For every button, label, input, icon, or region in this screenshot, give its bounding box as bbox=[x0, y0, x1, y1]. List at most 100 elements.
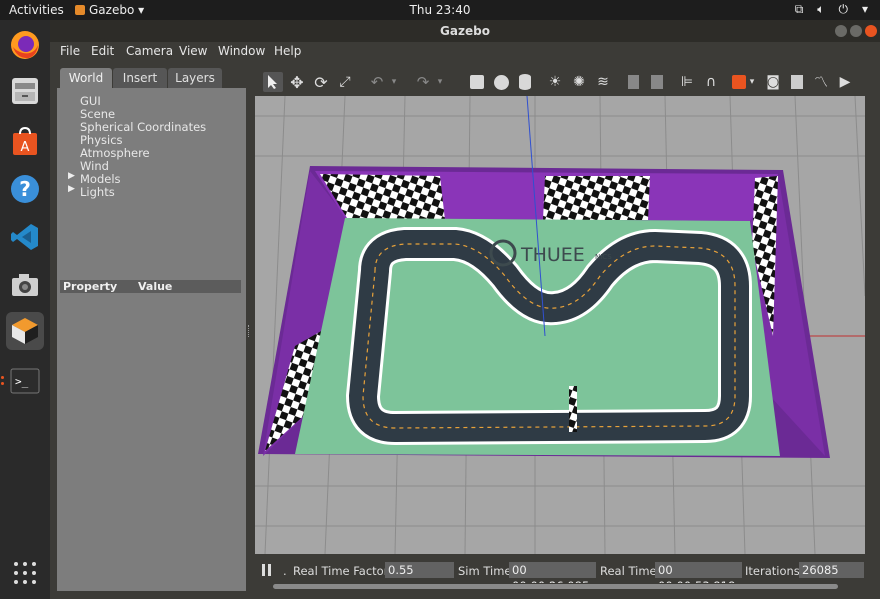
copy-button[interactable] bbox=[623, 72, 643, 92]
app-grid-icon bbox=[14, 562, 36, 584]
firefox-icon bbox=[11, 31, 39, 59]
menu-bar: File Edit Camera View Window Help bbox=[50, 42, 880, 62]
network-icon: ⧉ bbox=[794, 2, 804, 16]
dock: A ? >_ bbox=[0, 20, 50, 599]
horizontal-scrollbar[interactable] bbox=[255, 583, 865, 591]
directional-light-button[interactable]: ≋ bbox=[593, 72, 613, 92]
camera-icon: ◙ bbox=[766, 74, 780, 90]
expand-arrow-icon[interactable]: ▶ bbox=[68, 184, 75, 194]
vscode-icon bbox=[11, 224, 38, 250]
undo-history-button[interactable]: ▾ bbox=[389, 72, 399, 92]
vscode-launcher[interactable] bbox=[6, 218, 44, 256]
camera-icon bbox=[12, 274, 38, 296]
translate-mode-button[interactable]: ✥ bbox=[287, 72, 307, 92]
software-launcher[interactable]: A bbox=[6, 122, 44, 160]
iterations-value: 26085 bbox=[799, 562, 864, 578]
3d-viewport[interactable]: THUEE NICS bbox=[255, 96, 865, 554]
clock[interactable]: Thu 23:40 bbox=[0, 3, 880, 17]
property-header: Property Value bbox=[60, 280, 241, 293]
tree-item-physics[interactable]: Physics bbox=[80, 133, 123, 147]
tree-item-scene[interactable]: Scene bbox=[80, 107, 115, 121]
pause-icon bbox=[268, 564, 271, 576]
undo-icon: ↶ bbox=[370, 73, 384, 91]
menu-help[interactable]: Help bbox=[274, 44, 301, 58]
menu-view[interactable]: View bbox=[179, 44, 207, 58]
menu-camera[interactable]: Camera bbox=[126, 44, 173, 58]
tree-item-spherical-coordinates[interactable]: Spherical Coordinates bbox=[80, 120, 206, 134]
pause-button[interactable] bbox=[262, 564, 272, 576]
tree-item-lights[interactable]: Lights bbox=[80, 185, 115, 199]
property-column-header: Property bbox=[63, 280, 118, 293]
copy-icon bbox=[627, 75, 639, 89]
point-light-button[interactable]: ☀ bbox=[545, 72, 565, 92]
tab-layers[interactable]: Layers bbox=[168, 68, 222, 88]
tree-item-models[interactable]: Models bbox=[80, 172, 121, 186]
firefox-launcher[interactable] bbox=[6, 26, 44, 64]
terminal-launcher[interactable]: >_ bbox=[6, 362, 44, 400]
chevron-down-icon: ▾ bbox=[749, 77, 755, 87]
status-bar: . Real Time Factor: 0.55 Sim Time: 00 00… bbox=[255, 557, 865, 593]
minimize-button[interactable] bbox=[835, 25, 847, 37]
gazebo-box-icon bbox=[12, 318, 38, 344]
screenshot-button[interactable]: ◙ bbox=[763, 72, 783, 92]
spot-light-button[interactable]: ✺ bbox=[569, 72, 589, 92]
tab-world[interactable]: World bbox=[60, 68, 112, 88]
arrow-cursor-icon bbox=[268, 75, 277, 89]
show-applications-button[interactable] bbox=[6, 554, 44, 592]
help-launcher[interactable]: ? bbox=[6, 170, 44, 208]
gazebo-launcher[interactable] bbox=[6, 312, 44, 350]
align-button[interactable]: ⊫ bbox=[677, 72, 697, 92]
step-indicator: . bbox=[283, 564, 287, 578]
redo-history-button[interactable]: ▾ bbox=[435, 72, 445, 92]
close-button[interactable] bbox=[865, 25, 877, 37]
undo-button[interactable]: ↶ bbox=[367, 72, 387, 92]
svg-text:A: A bbox=[21, 140, 30, 155]
svg-text:>_: >_ bbox=[15, 375, 29, 388]
change-view-button[interactable] bbox=[729, 72, 749, 92]
redo-button[interactable]: ↷ bbox=[413, 72, 433, 92]
plot-button[interactable]: 〽 bbox=[811, 72, 831, 92]
running-indicator bbox=[1, 376, 4, 379]
select-mode-button[interactable] bbox=[263, 72, 283, 92]
tree-item-wind[interactable]: Wind bbox=[80, 159, 109, 173]
menu-edit[interactable]: Edit bbox=[91, 44, 114, 58]
splitter-handle[interactable] bbox=[248, 325, 251, 337]
cylinder-icon bbox=[519, 74, 531, 90]
toolbar: ✥ ⟳ ⤢ ↶ ▾ ↷ ▾ ☀ ✺ ≋ ⊫ ∩ ▾ ◙ 〽 ▶ bbox=[255, 68, 865, 96]
log-button[interactable] bbox=[787, 72, 807, 92]
insert-sphere-button[interactable] bbox=[491, 72, 511, 92]
scene-render: THUEE NICS bbox=[255, 96, 865, 554]
spot-light-icon: ✺ bbox=[573, 74, 585, 90]
expand-arrow-icon[interactable]: ▶ bbox=[68, 171, 75, 181]
rtf-value: 0.55 bbox=[385, 562, 454, 578]
change-view-dropdown[interactable]: ▾ bbox=[747, 72, 757, 92]
record-video-button[interactable]: ▶ bbox=[835, 72, 855, 92]
file-cabinet-icon bbox=[12, 78, 38, 104]
camera-launcher[interactable] bbox=[6, 266, 44, 304]
scale-mode-button[interactable]: ⤢ bbox=[335, 72, 355, 92]
menu-file[interactable]: File bbox=[60, 44, 80, 58]
logo-subtext: NICS bbox=[595, 253, 612, 261]
files-launcher[interactable] bbox=[6, 72, 44, 110]
snap-button[interactable]: ∩ bbox=[701, 72, 721, 92]
tab-insert[interactable]: Insert bbox=[113, 68, 167, 88]
insert-cylinder-button[interactable] bbox=[515, 72, 535, 92]
maximize-button[interactable] bbox=[850, 25, 862, 37]
terminal-icon: >_ bbox=[10, 368, 40, 394]
menu-window[interactable]: Window bbox=[218, 44, 265, 58]
pause-icon bbox=[262, 564, 265, 576]
window-titlebar[interactable]: Gazebo bbox=[50, 20, 880, 42]
system-tray[interactable]: ⧉ 🔈︎ ⏻ ▾ bbox=[795, 2, 868, 17]
tree-item-atmosphere[interactable]: Atmosphere bbox=[80, 146, 150, 160]
value-column-header: Value bbox=[138, 280, 173, 293]
insert-box-button[interactable] bbox=[467, 72, 487, 92]
left-panel: World Insert Layers GUI Scene Spherical … bbox=[57, 68, 246, 591]
scrollbar-thumb[interactable] bbox=[273, 584, 838, 589]
paste-button[interactable] bbox=[647, 72, 667, 92]
tree-item-gui[interactable]: GUI bbox=[80, 94, 101, 108]
rtf-label: Real Time Factor: bbox=[293, 564, 393, 578]
sphere-icon bbox=[493, 74, 509, 90]
iterations-label: Iterations: bbox=[745, 564, 804, 578]
rotate-mode-button[interactable]: ⟳ bbox=[311, 72, 331, 92]
plot-icon: 〽 bbox=[814, 75, 828, 91]
